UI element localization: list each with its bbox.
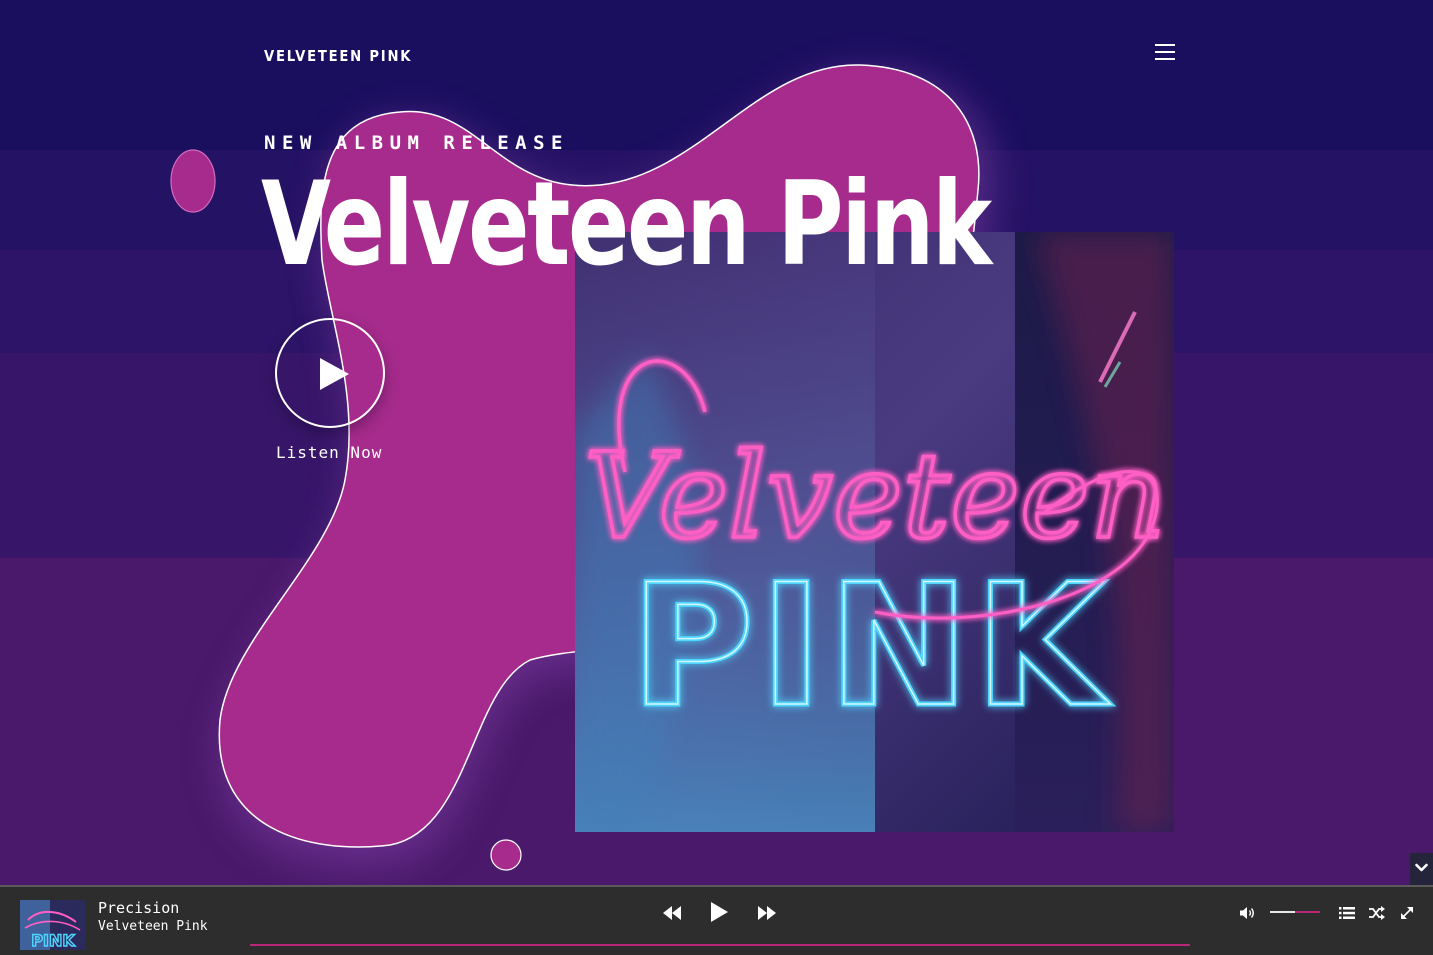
- svg-text:PINK: PINK: [31, 931, 75, 950]
- track-title: Precision: [98, 899, 180, 917]
- hero-eyebrow: NEW ALBUM RELEASE: [264, 132, 569, 154]
- site-brand[interactable]: VELVETEEN PINK: [264, 47, 412, 65]
- chevron-down-icon: [1415, 863, 1428, 872]
- rewind-icon: [663, 906, 681, 920]
- cover-block-text-inner: PINK: [631, 548, 1111, 744]
- decorative-oval: [170, 149, 216, 213]
- volume-slider[interactable]: [1270, 911, 1320, 913]
- track-progress-bar[interactable]: [250, 944, 1190, 946]
- rewind-button[interactable]: [663, 905, 681, 924]
- album-cover: PINK PINK Velveteen: [575, 232, 1174, 832]
- hamburger-icon-line: [1155, 51, 1175, 53]
- hero-title: Velveteen Pink: [261, 157, 992, 292]
- playlist-button[interactable]: [1339, 905, 1355, 924]
- expand-icon: [1401, 907, 1413, 919]
- volume-slider-fill: [1270, 911, 1295, 913]
- cover-script-text: Velveteen: [584, 427, 1166, 565]
- fullscreen-button[interactable]: [1400, 905, 1414, 924]
- track-artist: Velveteen Pink: [98, 919, 208, 934]
- hamburger-icon-line: [1155, 58, 1175, 60]
- listen-now-link[interactable]: Listen Now: [276, 443, 382, 462]
- hamburger-icon: [1155, 44, 1175, 46]
- fast-forward-icon: [758, 906, 776, 920]
- volume-icon: [1240, 907, 1254, 919]
- fast-forward-button[interactable]: [758, 905, 776, 924]
- shuffle-button[interactable]: [1369, 905, 1385, 924]
- volume-button[interactable]: [1239, 905, 1255, 924]
- play-icon: [711, 902, 728, 922]
- play-icon: [320, 358, 349, 390]
- scroll-down-button[interactable]: [1410, 853, 1433, 885]
- shuffle-icon: [1369, 906, 1385, 920]
- track-thumbnail[interactable]: PINK: [20, 900, 86, 950]
- playlist-icon: [1339, 907, 1355, 919]
- menu-button[interactable]: [1153, 42, 1177, 62]
- audio-player-bar: PINK Precision Velveteen Pink: [0, 885, 1433, 955]
- hero-section: VELVETEEN PINK NEW ALBUM RELEASE PINK PI…: [0, 0, 1433, 885]
- decorative-dot: [490, 839, 522, 871]
- listen-play-button[interactable]: [275, 318, 385, 428]
- player-play-button[interactable]: [709, 901, 729, 927]
